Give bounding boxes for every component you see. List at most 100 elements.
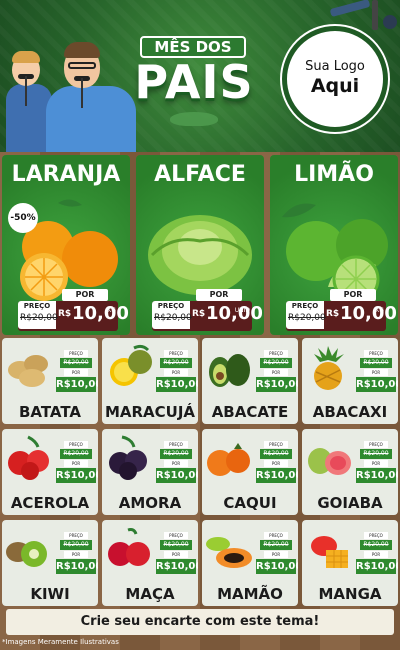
price-value: R$10,00: [56, 559, 98, 574]
discount-badge: -50%: [8, 203, 38, 233]
price-value: 10,00: [72, 303, 129, 324]
por-label: POR: [64, 369, 88, 376]
product-card: PREÇO R$20,00 POR R$10,00 CAQUI: [202, 429, 298, 515]
product-name: LARANJA: [11, 162, 121, 187]
old-price: R$20,00: [20, 313, 58, 323]
price-tag: PREÇO R$20,00 POR R$10,00: [156, 350, 198, 394]
price-tag: PREÇO R$20,00 POR R$10,00: [156, 441, 198, 485]
product-card: PREÇO R$20,00 POR R$10,00 BATATA: [2, 338, 98, 424]
price-unit: UNID: [234, 307, 250, 314]
old-price: R$20,00: [60, 358, 92, 368]
avocado-icon: [209, 354, 250, 387]
apple-icon: [108, 528, 150, 566]
old-price: R$20,00: [360, 540, 392, 550]
preco-label: PREÇO: [364, 441, 388, 448]
product-name: MAMÃO: [217, 585, 283, 603]
product-name: ACEROLA: [10, 494, 90, 512]
por-label: POR: [62, 289, 108, 301]
por-label: POR: [364, 460, 388, 467]
price-tag: PREÇO R$20,00 POR R$10,00: [56, 441, 98, 485]
title-heading: PAIS: [134, 55, 254, 109]
por-label: POR: [64, 460, 88, 467]
product-name: LIMÃO: [294, 162, 374, 187]
kiwi-icon: [6, 541, 47, 567]
product-name: MANGA: [318, 585, 382, 603]
preco-label: PREÇO: [264, 350, 288, 357]
papaya-icon: [206, 537, 252, 568]
por-label: POR: [264, 369, 288, 376]
currency: R$: [192, 309, 206, 319]
preco-label: PREÇO: [164, 532, 188, 539]
price-tag: POR PREÇO R$20,00 R$ 10,00 KG: [18, 289, 129, 331]
product-card: PREÇO R$20,00 POR R$10,00 KIWI: [2, 520, 98, 606]
product-card: PREÇO R$20,00 POR R$10,00 ABACATE: [202, 338, 298, 424]
preco-label: PREÇO: [23, 302, 51, 310]
price-value: R$10,00: [256, 377, 298, 392]
price-tag: PREÇO R$20,00 POR R$10,00: [356, 441, 398, 485]
header-banner: MÊS DOS PAIS Sua Logo Aqui: [0, 0, 400, 152]
old-price: R$20,00: [160, 358, 192, 368]
por-label: POR: [364, 551, 388, 558]
preco-label: PREÇO: [364, 532, 388, 539]
price-value: R$10,00: [356, 377, 398, 392]
preco-label: PREÇO: [291, 302, 319, 310]
currency: R$: [326, 309, 340, 319]
price-tag: PREÇO R$20,00 POR R$10,00: [356, 532, 398, 576]
product-name: BATATA: [18, 403, 82, 421]
guava-icon: [308, 448, 351, 475]
product-name: GOIABA: [317, 494, 383, 512]
price-tag: PREÇO R$20,00 POR R$10,00: [256, 441, 298, 485]
price-value: R$10,00: [156, 468, 198, 483]
por-label: POR: [330, 289, 376, 301]
price-value: R$10,00: [56, 377, 98, 392]
preco-label: PREÇO: [264, 441, 288, 448]
price-value: R$10,00: [356, 468, 398, 483]
product-card: PREÇO R$20,00 POR R$10,00 GOIABA: [302, 429, 398, 515]
logo-placeholder: Sua Logo Aqui: [282, 26, 388, 132]
price-value: R$10,00: [156, 377, 198, 392]
old-price: R$20,00: [360, 358, 392, 368]
price-tag: POR PREÇO R$20,00 R$ 10,00 KG: [286, 289, 397, 331]
mustache-icon: [170, 112, 218, 126]
price-value: R$10,00: [56, 468, 98, 483]
old-price: R$20,00: [260, 449, 292, 459]
old-price: R$20,00: [260, 540, 292, 550]
price-value: 10,00: [340, 303, 397, 324]
price-tag: PREÇO R$20,00 POR R$10,00: [56, 350, 98, 394]
flyer: MÊS DOS PAIS Sua Logo Aqui LARANJA -50% …: [0, 0, 400, 650]
product-name: MARACUJÁ: [104, 403, 196, 421]
price-value: R$10,00: [256, 559, 298, 574]
old-price: R$20,00: [360, 449, 392, 459]
cta-banner: Crie seu encarte com este tema!: [6, 609, 394, 635]
preco-label: PREÇO: [157, 302, 185, 310]
old-price: R$20,00: [160, 449, 192, 459]
price-tag: POR PREÇO R$20,00 R$ 10,00 UNID: [152, 289, 263, 331]
acerola-icon: [8, 435, 49, 480]
product-name: ALFACE: [154, 162, 246, 187]
price-tag: PREÇO R$20,00 POR R$10,00: [56, 532, 98, 576]
product-card: PREÇO R$20,00 POR R$10,00 MARACUJÁ: [102, 338, 198, 424]
product-card: PREÇO R$20,00 POR R$10,00 MANGA: [302, 520, 398, 606]
price-tag: PREÇO R$20,00 POR R$10,00: [156, 532, 198, 576]
featured-card-alface: ALFACE POR PREÇO R$20,00 R$ 10,00 UNID: [136, 155, 264, 335]
por-label: POR: [164, 369, 188, 376]
product-card: PREÇO R$20,00 POR R$10,00 ABACAXI: [302, 338, 398, 424]
por-label: POR: [64, 551, 88, 558]
persimmon-icon: [207, 443, 250, 476]
product-name: ABACATE: [211, 403, 289, 421]
featured-card-limao: LIMÃO POR PREÇO R$20,00 R$ 10,00 KG: [270, 155, 398, 335]
old-price: R$20,00: [154, 313, 192, 323]
passion-fruit-icon: [110, 344, 152, 386]
old-price: R$20,00: [60, 540, 92, 550]
logo-line-1: Sua Logo: [305, 59, 365, 74]
price-value: R$10,00: [256, 468, 298, 483]
por-label: POR: [196, 289, 242, 301]
preco-label: PREÇO: [164, 441, 188, 448]
logo-line-2: Aqui: [310, 75, 360, 97]
price-value: R$10,00: [356, 559, 398, 574]
por-label: POR: [164, 551, 188, 558]
product-name: ABACAXI: [312, 403, 388, 421]
preco-label: PREÇO: [264, 532, 288, 539]
product-name: AMORA: [118, 494, 182, 512]
preco-label: PREÇO: [64, 350, 88, 357]
